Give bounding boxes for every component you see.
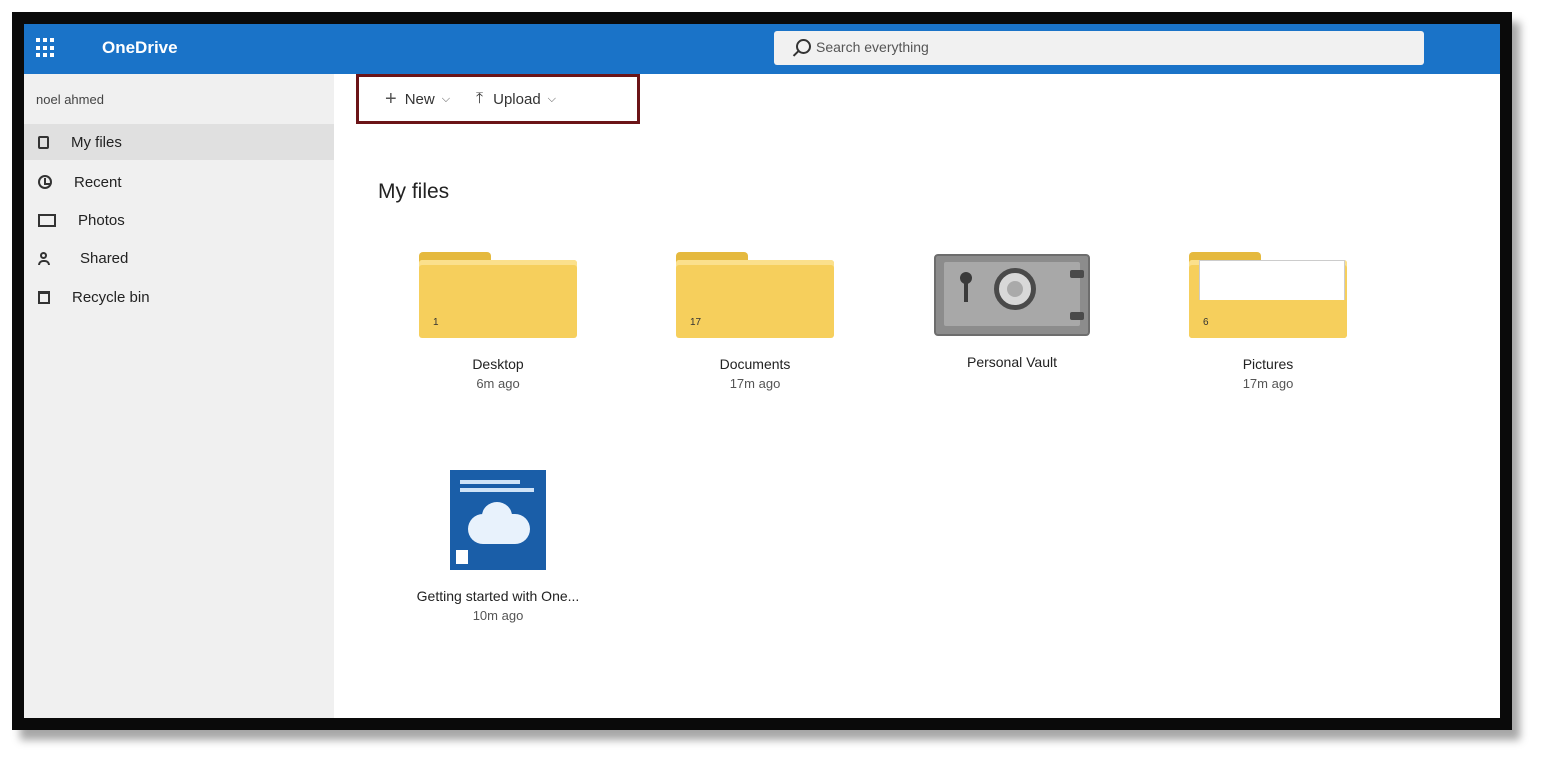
chevron-down-icon: ⌵ [441,92,451,105]
tile-desktop[interactable]: 1 Desktop 6m ago [378,252,618,391]
share-icon [38,250,58,266]
sidebar-item-photos[interactable]: Photos [24,202,334,238]
item-count: 1 [433,317,439,328]
tile-modified: 10m ago [472,608,524,623]
tile-pictures[interactable]: 6 Pictures 17m ago [1148,252,1388,391]
new-label: New [404,90,435,108]
folder-preview-icon: 6 [1189,252,1347,338]
photo-icon [38,213,56,227]
sidebar-item-recent[interactable]: Recent [24,164,334,200]
top-bar: OneDrive [24,24,1500,74]
vault-icon [934,254,1090,336]
app-window: OneDrive noel ahmed My files Recent Phot… [12,12,1512,730]
folder-icon: 17 [676,252,834,338]
clock-icon [38,175,52,189]
recycle-bin-icon [38,290,50,304]
page-title: My files [378,180,450,203]
search-input[interactable] [814,38,1378,56]
upload-button[interactable]: ⤒ Upload ⌵ [476,90,556,108]
item-count: 17 [690,317,702,328]
command-bar: + New ⌵ ⤒ Upload ⌵ [356,74,640,124]
sidebar-item-label: Recycle bin [72,288,150,306]
upload-label: Upload [493,90,541,108]
file-icon [38,135,49,149]
chevron-down-icon: ⌵ [547,92,557,105]
tile-documents[interactable]: 17 Documents 17m ago [635,252,875,391]
app-launcher-icon[interactable] [36,38,56,58]
sidebar-item-label: Photos [78,211,125,229]
sidebar-item-shared[interactable]: Shared [24,240,334,276]
upload-icon: ⤒ [476,90,484,107]
folder-icon: 1 [419,252,577,338]
user-name: noel ahmed [36,92,104,107]
sidebar-item-recycle-bin[interactable]: Recycle bin [24,279,334,315]
sidebar-item-label: Shared [80,249,129,267]
tile-modified: 17m ago [729,376,781,391]
tile-name: Pictures [1242,356,1294,372]
search-box[interactable] [774,31,1424,65]
tile-name: Desktop [472,356,524,372]
document-thumbnail-icon [450,470,546,570]
tile-name: Documents [719,356,791,372]
tile-getting-started[interactable]: Getting started with One... 10m ago [378,470,618,623]
item-count: 6 [1203,317,1209,328]
plus-icon: + [385,88,397,110]
app-title[interactable]: OneDrive [102,38,178,58]
tile-name: Getting started with One... [416,588,580,604]
tile-personal-vault[interactable]: Personal Vault [892,254,1132,374]
tile-name: Personal Vault [966,354,1057,370]
sidebar-item-my-files[interactable]: My files [24,124,334,160]
tile-modified: 17m ago [1242,376,1294,391]
tile-modified: 6m ago [476,376,520,391]
sidebar: noel ahmed My files Recent Photos Shared… [24,74,334,718]
sidebar-item-label: My files [71,133,122,151]
new-button[interactable]: + New ⌵ [385,89,450,109]
sidebar-item-label: Recent [74,173,122,191]
search-icon [796,39,811,54]
